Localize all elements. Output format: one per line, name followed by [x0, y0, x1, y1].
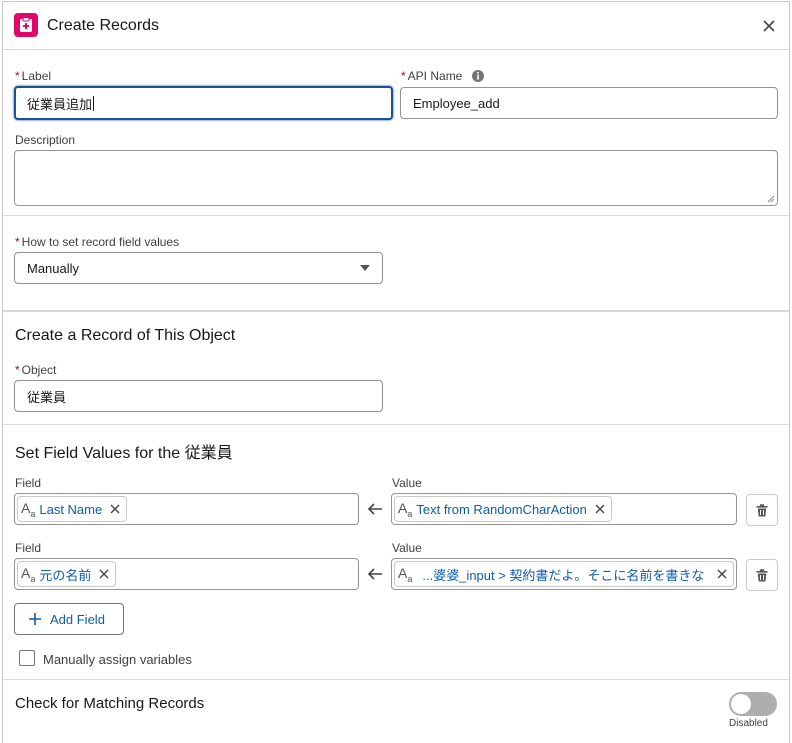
- matching-records-title: Check for Matching Records: [15, 695, 205, 712]
- value-label: Value: [392, 476, 422, 490]
- panel-title: Create Records: [47, 17, 160, 34]
- how-to-set-label: * How to set record field values: [15, 235, 179, 249]
- manual-assign-label: Manually assign variables: [43, 652, 192, 667]
- remove-pill-icon[interactable]: [108, 502, 122, 516]
- field-pill-label: Last Name: [39, 501, 103, 517]
- api-name-text: API Name: [407, 69, 463, 83]
- add-field-label: Add Field: [50, 611, 105, 627]
- arrow-left-icon: [367, 567, 383, 584]
- how-to-set-text: How to set record field values: [21, 235, 180, 249]
- create-records-panel: Create Records * Label 従業員追加 * API Name Em…: [2, 1, 790, 743]
- required-marker: *: [15, 363, 20, 377]
- panel-header: Create Records: [3, 2, 789, 50]
- value-pill[interactable]: Aa Text from RandomCharAction: [394, 496, 612, 522]
- how-to-set-value: Manually: [27, 260, 80, 276]
- object-input[interactable]: 従業員: [14, 380, 383, 412]
- field-pill[interactable]: Aa 元の名前: [17, 561, 117, 587]
- field-values-section-title: Set Field Values for the 従業員: [15, 445, 233, 462]
- label-input-value: 従業員追加: [27, 96, 93, 112]
- value-label: Value: [392, 541, 422, 555]
- arrow-left-icon: [367, 502, 383, 519]
- object-input-value: 従業員: [27, 389, 67, 405]
- create-record-section-title: Create a Record of This Object: [15, 327, 236, 344]
- chevron-down-icon: [360, 265, 370, 271]
- remove-pill-icon[interactable]: [715, 567, 729, 581]
- label-text: Label: [21, 69, 52, 83]
- field-pill[interactable]: Aa Last Name: [17, 496, 128, 522]
- section-divider: [3, 679, 789, 680]
- toggle-status-label: Disabled: [729, 718, 768, 729]
- field-combobox[interactable]: Aa Last Name: [14, 493, 359, 525]
- delete-row-button[interactable]: [746, 494, 778, 526]
- api-name-input-value: Employee_add: [413, 95, 500, 111]
- text-type-icon: Aa: [398, 564, 413, 584]
- section-divider: [3, 424, 789, 425]
- plus-icon: [29, 613, 41, 625]
- text-type-icon: Aa: [21, 564, 36, 584]
- required-marker: *: [401, 69, 406, 83]
- field-label: Field: [15, 541, 42, 555]
- section-divider: [3, 310, 789, 312]
- required-marker: *: [15, 235, 20, 249]
- how-to-set-select[interactable]: Manually: [14, 252, 383, 284]
- field-combobox[interactable]: Aa 元の名前: [14, 558, 359, 590]
- info-icon[interactable]: [472, 70, 485, 82]
- text-type-icon: Aa: [21, 499, 36, 519]
- remove-pill-icon[interactable]: [593, 502, 607, 516]
- api-name-input[interactable]: Employee_add: [400, 87, 778, 119]
- description-textarea[interactable]: [14, 150, 778, 206]
- toggle-knob: [731, 694, 751, 714]
- trash-icon: [756, 568, 768, 581]
- api-name-field-label: * API Name: [401, 69, 485, 83]
- field-label: Field: [15, 476, 42, 490]
- value-combobox[interactable]: Aa Text from RandomCharAction: [391, 493, 737, 525]
- label-input[interactable]: 従業員追加: [14, 86, 393, 120]
- text-type-icon: Aa: [398, 499, 413, 519]
- clipboard-icon: [14, 13, 38, 37]
- object-text: Object: [21, 363, 57, 377]
- value-pill[interactable]: Aa ...婆婆_input > 契約書だよ。そこに名前を書きな: [394, 561, 734, 587]
- value-pill-label: ...婆婆_input > 契約書だよ。そこに名前を書きな: [422, 567, 705, 583]
- matching-records-toggle[interactable]: [729, 692, 777, 716]
- text-caret: [93, 95, 95, 111]
- manual-assign-checkbox[interactable]: [19, 650, 35, 666]
- field-pill-label: 元の名前: [39, 567, 92, 583]
- value-pill-label: Text from RandomCharAction: [416, 501, 587, 517]
- close-icon[interactable]: [759, 16, 779, 36]
- trash-icon: [756, 503, 768, 516]
- remove-pill-icon[interactable]: [97, 567, 111, 581]
- description-field-label: Description: [15, 133, 76, 147]
- object-field-label: * Object: [15, 363, 56, 377]
- delete-row-button[interactable]: [746, 559, 778, 591]
- add-field-button[interactable]: Add Field: [14, 603, 124, 635]
- section-divider: [3, 215, 789, 216]
- resize-handle-icon[interactable]: [767, 195, 775, 203]
- label-field-label: * Label: [15, 69, 51, 83]
- value-combobox[interactable]: Aa ...婆婆_input > 契約書だよ。そこに名前を書きな: [391, 558, 737, 590]
- required-marker: *: [15, 69, 20, 83]
